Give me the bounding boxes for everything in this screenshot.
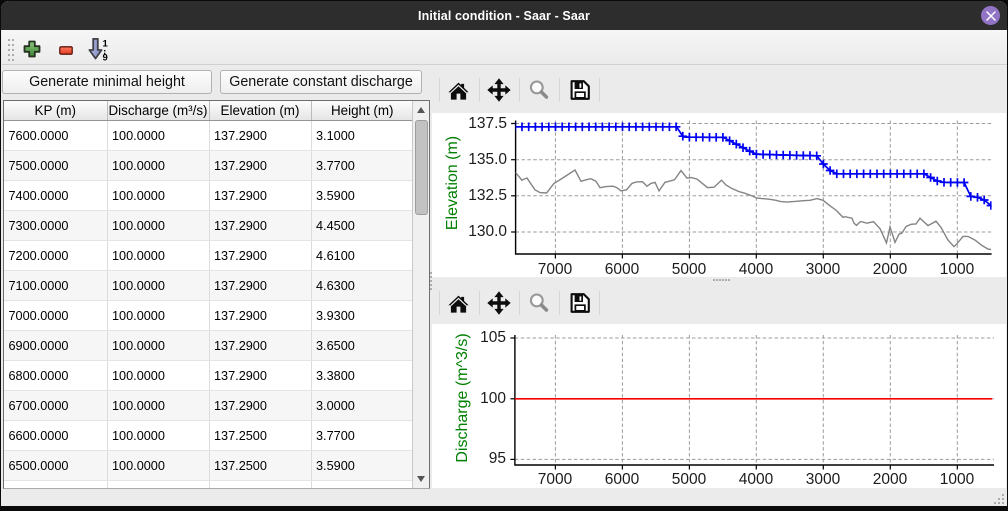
svg-text:1: 1 [103,39,109,50]
